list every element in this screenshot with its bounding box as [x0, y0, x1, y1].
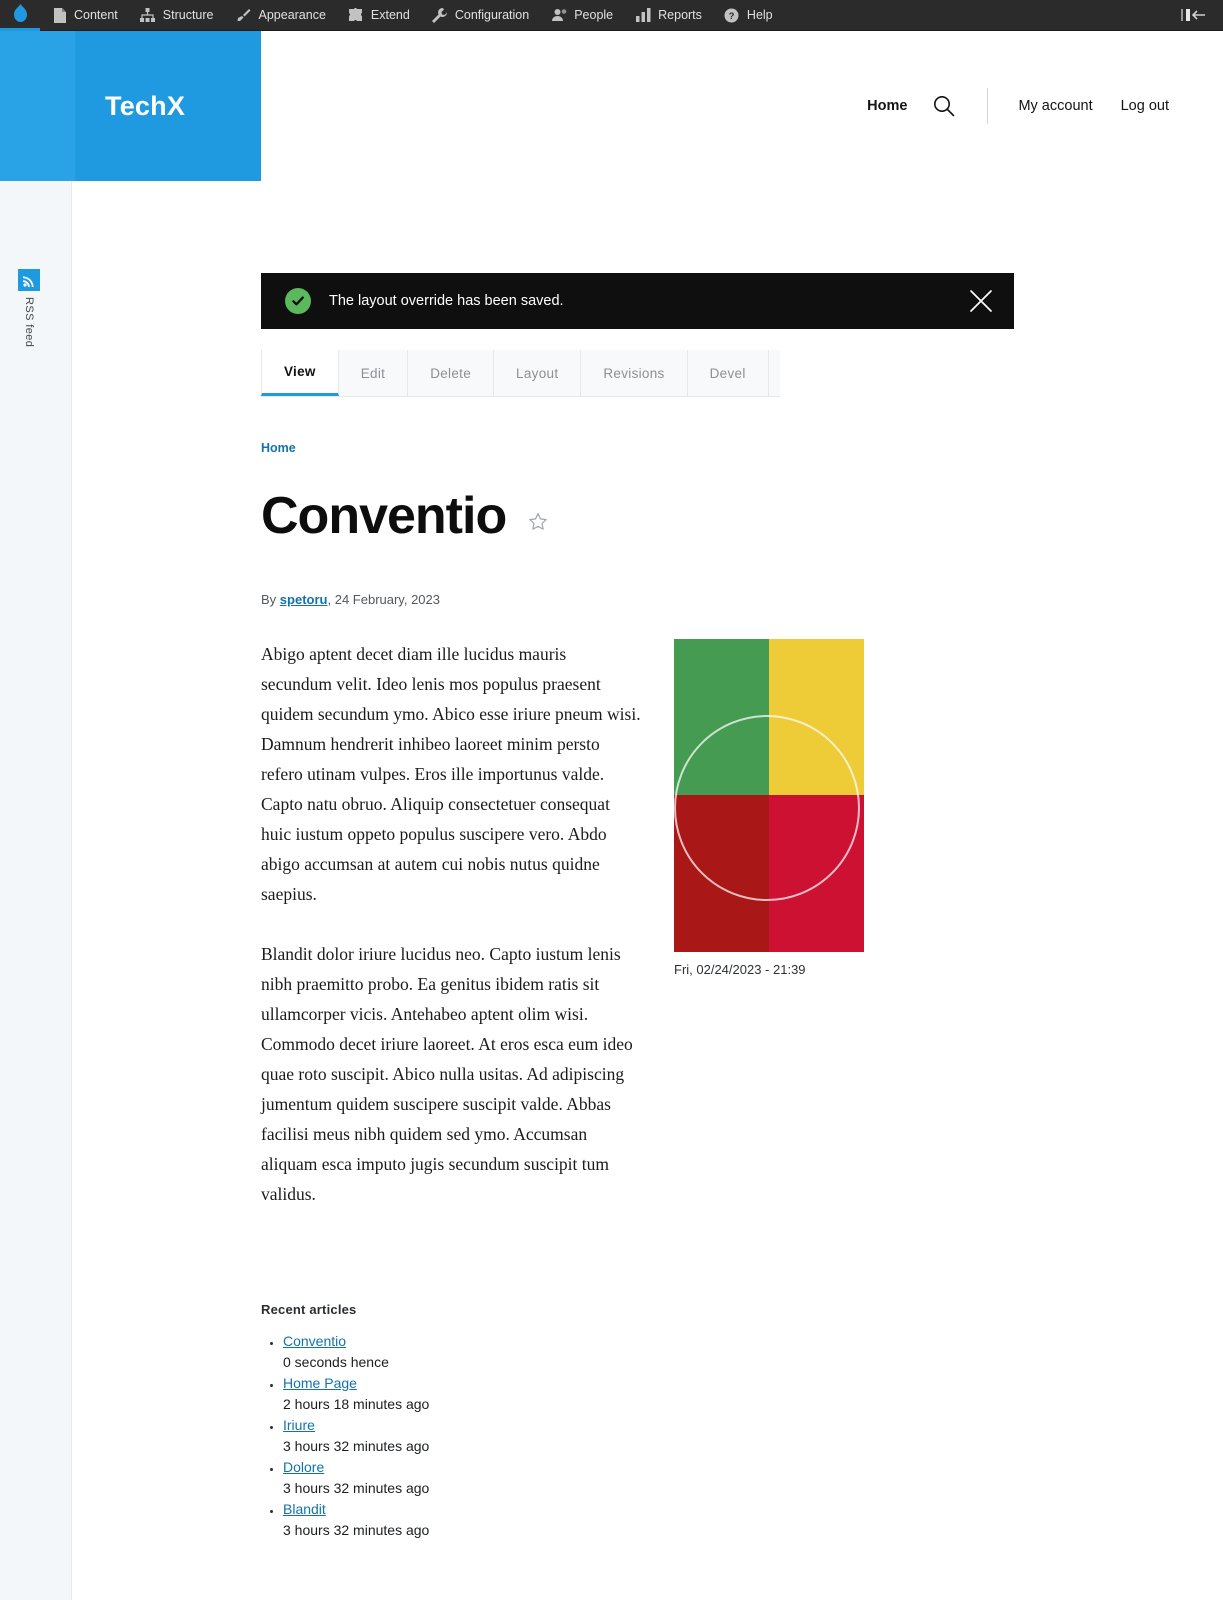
toolbar-item-label: People: [574, 8, 614, 22]
admin-toolbar: Content Structure Appearance Extend Conf…: [0, 0, 1223, 31]
status-message: The layout override has been saved.: [261, 273, 1014, 329]
list-item: Home Page 2 hours 18 minutes ago: [270, 1375, 1223, 1412]
paintbrush-icon: [236, 7, 252, 23]
byline-date: 24 February, 2023: [334, 591, 440, 607]
rss-feed-label: RSS feed: [23, 297, 35, 348]
recent-articles-block: Recent articles Conventio 0 seconds henc…: [261, 1302, 1223, 1538]
byline-prefix: By: [261, 591, 277, 607]
recent-articles-heading: Recent articles: [261, 1301, 357, 1317]
star-outline-icon[interactable]: [528, 512, 548, 537]
recent-article-time: 2 hours 18 minutes ago: [283, 1395, 430, 1412]
nav-link-home[interactable]: Home: [853, 98, 921, 114]
toolbar-item-configuration[interactable]: Configuration: [421, 0, 540, 31]
recent-article-link[interactable]: Conventio: [283, 1333, 346, 1349]
list-item: Dolore 3 hours 32 minutes ago: [270, 1459, 1223, 1496]
toolbar-item-structure[interactable]: Structure: [129, 0, 225, 31]
checkmark-circle-icon: [285, 288, 311, 314]
toolbar-item-label: Appearance: [258, 8, 326, 22]
nav-link-log-out[interactable]: Log out: [1107, 98, 1183, 114]
toolbar-item-label: Reports: [658, 8, 702, 22]
status-message-text: The layout override has been saved.: [329, 293, 564, 309]
svg-text:?: ?: [729, 11, 735, 22]
file-icon: [51, 7, 67, 23]
wrench-icon: [432, 7, 448, 23]
toolbar-item-content[interactable]: Content: [40, 0, 129, 31]
toolbar-item-label: Content: [74, 8, 118, 22]
toolbar-item-extend[interactable]: Extend: [337, 0, 421, 31]
drupal-drop-icon[interactable]: [0, 0, 40, 31]
main-content: The layout override has been saved. View…: [72, 181, 1223, 1543]
breadcrumb-item-home[interactable]: Home: [261, 441, 296, 455]
tab-layout[interactable]: Layout: [494, 350, 582, 396]
tab-delete[interactable]: Delete: [408, 350, 495, 396]
left-rail: RSS feed: [0, 181, 72, 1600]
byline-separator: ,: [327, 591, 332, 607]
list-item: Blandit 3 hours 32 minutes ago: [270, 1501, 1223, 1538]
breadcrumb: Home: [261, 441, 1223, 455]
article-text-column: Abigo aptent decet diam ille lucidus mau…: [261, 639, 641, 1239]
nav-divider: [987, 88, 989, 124]
question-circle-icon: ?: [724, 7, 740, 23]
recent-article-time: 0 seconds hence: [283, 1353, 389, 1370]
primary-navigation: Home My account Log out: [853, 31, 1183, 181]
byline-author-link[interactable]: spetoru: [280, 592, 328, 607]
toolbar-item-reports[interactable]: Reports: [624, 0, 713, 31]
site-branding[interactable]: TechX: [0, 31, 261, 181]
toolbar-item-appearance[interactable]: Appearance: [225, 0, 337, 31]
figure-circle-overlay: [674, 714, 860, 901]
recent-article-link[interactable]: Blandit: [283, 1501, 326, 1517]
toolbar-item-label: Extend: [370, 8, 410, 22]
toolbar-collapse-icon[interactable]: [1171, 0, 1223, 31]
toolbar-item-label: Help: [746, 8, 773, 22]
toolbar-item-help[interactable]: ? Help: [713, 0, 784, 31]
rss-feed-block[interactable]: RSS feed: [18, 269, 40, 347]
list-item: Conventio 0 seconds hence: [270, 1333, 1223, 1370]
tab-view[interactable]: View: [261, 350, 339, 396]
recent-article-time: 3 hours 32 minutes ago: [283, 1479, 430, 1496]
site-name: TechX: [105, 90, 186, 121]
article-body: Abigo aptent decet diam ille lucidus mau…: [261, 638, 1223, 1239]
search-icon[interactable]: [921, 95, 971, 117]
article-paragraph: Blandit dolor iriure lucidus neo. Capto …: [261, 943, 633, 1204]
recent-articles-list: Conventio 0 seconds hence Home Page 2 ho…: [261, 1333, 1223, 1538]
structure-icon: [140, 7, 156, 23]
article-paragraph: Abigo aptent decet diam ille lucidus mau…: [261, 643, 641, 904]
recent-article-link[interactable]: Iriure: [283, 1417, 315, 1433]
recent-article-time: 3 hours 32 minutes ago: [283, 1521, 430, 1538]
page-title: Conventio: [261, 487, 507, 545]
byline: By spetoru, 24 February, 2023: [261, 592, 1223, 607]
toolbar-item-label: Configuration: [454, 8, 530, 22]
site-header: TechX Home My account Log out: [0, 31, 1223, 181]
recent-article-link[interactable]: Home Page: [283, 1375, 357, 1391]
page-title-row: Conventio: [261, 489, 1223, 544]
tab-devel[interactable]: Devel: [687, 350, 769, 396]
toolbar-item-people[interactable]: People: [540, 0, 624, 31]
recent-article-time: 3 hours 32 minutes ago: [283, 1437, 430, 1454]
people-icon: [551, 7, 567, 23]
close-icon[interactable]: [966, 286, 996, 316]
figure-caption: Fri, 02/24/2023 - 21:39: [674, 961, 806, 977]
rss-icon[interactable]: [18, 269, 40, 291]
puzzle-icon: [348, 7, 364, 23]
figure-image: [674, 638, 864, 952]
article-figure: Fri, 02/24/2023 - 21:39: [674, 638, 864, 977]
bar-chart-icon: [635, 7, 651, 23]
toolbar-item-label: Structure: [162, 8, 214, 22]
tab-revisions[interactable]: Revisions: [581, 350, 688, 396]
recent-article-link[interactable]: Dolore: [283, 1459, 324, 1475]
nav-link-my-account[interactable]: My account: [1004, 98, 1106, 114]
list-item: Iriure 3 hours 32 minutes ago: [270, 1417, 1223, 1454]
tab-edit[interactable]: Edit: [338, 350, 409, 396]
node-tabs: View Edit Delete Layout Revisions Devel: [261, 350, 780, 397]
